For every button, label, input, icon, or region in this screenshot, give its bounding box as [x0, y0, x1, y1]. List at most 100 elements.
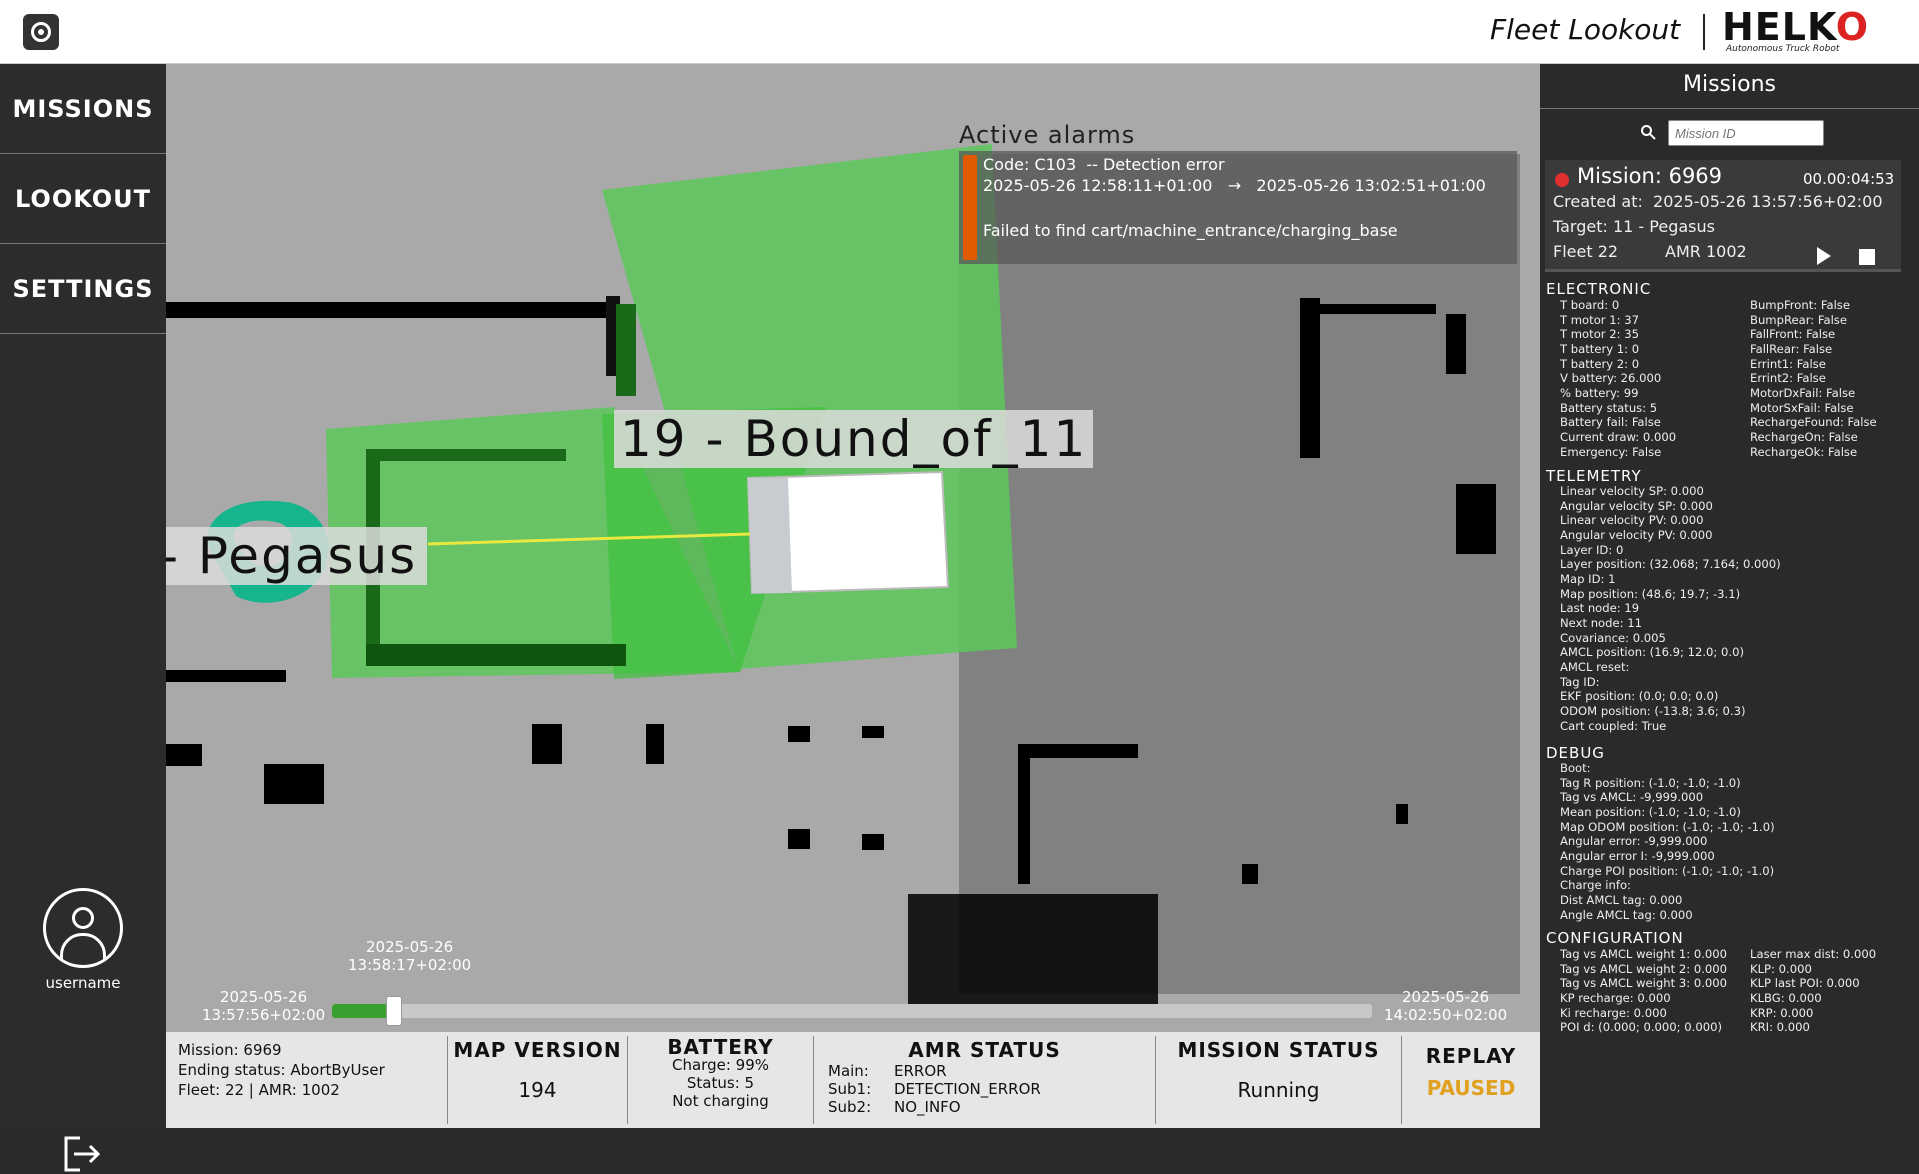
timeline-current-date: 2025-05-26 [365, 938, 454, 956]
status-fleet-amr: Fleet: 22 | AMR: 1002 [178, 1081, 340, 1099]
electronic-item: Emergency: False [1560, 444, 1662, 459]
config-item: KLP last POI: 0.000 [1750, 976, 1860, 991]
replay-timeline[interactable]: 2025-05-26 13:57:56+02:00 2025-05-26 13:… [166, 938, 1540, 1032]
debug-item: Dist AMCL tag: 0.000 [1560, 892, 1683, 907]
status-amr: AMR STATUS Main: ERROR Sub1: DETECTION_ERR… [814, 1036, 1156, 1124]
electronic-item: MotorSxFail: False [1750, 400, 1854, 415]
replay-state[interactable]: PAUSED [1402, 1076, 1540, 1100]
play-icon[interactable] [1817, 247, 1831, 265]
search-icon [1641, 125, 1656, 140]
node-label: 19 - Bound_of_11 [614, 410, 1094, 468]
created-label: Created at: [1553, 192, 1643, 211]
app-logo-icon[interactable] [23, 14, 59, 50]
battery-charging: Not charging [672, 1092, 769, 1110]
debug-list: Boot: Tag R position: (-1.0; -1.0; -1.0) T… [1560, 761, 1775, 922]
nav-settings[interactable]: SETTINGS [0, 244, 166, 334]
panel-divider [1540, 108, 1919, 109]
timeline-handle[interactable] [386, 996, 403, 1026]
brand-subtitle: Autonomous Truck Robot [1726, 44, 1840, 54]
amr-sub2-key: Sub2: [828, 1098, 872, 1116]
debug-item: Map ODOM position: (-1.0; -1.0; -1.0) [1560, 819, 1775, 834]
debug-item: Tag vs AMCL: -9,999.000 [1560, 790, 1704, 805]
telemetry-item: Last node: 19 [1560, 601, 1640, 616]
electronic-item: T board: 0 [1560, 298, 1620, 312]
alarm-start-time: 2025-05-26 12:58:11+01:00 [983, 176, 1213, 195]
telemetry-item: Cart coupled: True [1560, 718, 1667, 733]
logout-icon[interactable] [62, 1134, 102, 1174]
mission-fleet: Fleet 22 [1553, 242, 1619, 261]
debug-item: Boot: [1560, 761, 1591, 775]
telemetry-list: Linear velocity SP: 0.000 Angular velocit… [1560, 484, 1781, 733]
mission-status-value: Running [1237, 1078, 1320, 1102]
electronic-item: Current draw: 0.000 [1560, 429, 1677, 444]
debug-item: Charge POI position: (-1.0; -1.0; -1.0) [1560, 863, 1775, 878]
target-label: - Pegasus [166, 527, 428, 585]
mission-search-input[interactable] [1668, 120, 1824, 146]
stop-icon[interactable] [1859, 249, 1875, 265]
battery-status: Status: 5 [686, 1074, 755, 1092]
telemetry-item: Layer ID: 0 [1560, 542, 1624, 557]
amr-sub1-key: Sub1: [828, 1080, 872, 1098]
active-alarms-title: Active alarms [959, 121, 1136, 149]
map-view[interactable]: Active alarms Code: C103 -- Detection er… [166, 64, 1540, 1032]
electronic-item: T motor 2: 35 [1560, 327, 1639, 342]
map-version-label: MAP VERSION [453, 1038, 622, 1062]
mission-elapsed: 00.00:04:53 [1803, 170, 1895, 188]
telemetry-item: ODOM position: (-13.8; 3.6; 0.3) [1560, 703, 1746, 718]
electronic-left-list: T board: 0T motor 1: 37 T motor 2: 35 T ba… [1560, 298, 1676, 459]
electronic-item: T battery 2: 0 [1560, 356, 1640, 371]
nav-lookout[interactable]: LOOKOUT [0, 154, 166, 244]
debug-item: Tag R position: (-1.0; -1.0; -1.0) [1560, 775, 1741, 790]
mission-card[interactable]: Mission: 6969 00.00:04:53 Created at: 20… [1545, 160, 1901, 272]
telemetry-item: Next node: 11 [1560, 615, 1642, 630]
status-mission-status: MISSION STATUS Running [1156, 1036, 1402, 1124]
telemetry-item: AMCL position: (16.9; 12.0; 0.0) [1560, 645, 1744, 660]
telemetry-item: EKF position: (0.0; 0.0; 0.0) [1560, 689, 1719, 704]
panel-title: Missions [1683, 72, 1776, 97]
mission-target: Target: 11 - Pegasus [1553, 217, 1715, 236]
timeline-start: 2025-05-26 13:57:56+02:00 [202, 988, 325, 1024]
config-item: POI d: (0.000; 0.000; 0.000) [1560, 1020, 1722, 1035]
telemetry-item: Angular velocity SP: 0.000 [1560, 498, 1713, 513]
mission-amr: AMR 1002 [1665, 242, 1747, 261]
alarm-code: C103 [1034, 155, 1077, 174]
section-telemetry: TELEMETRY [1546, 467, 1642, 485]
timeline-start-time: 13:57:56+02:00 [202, 1006, 326, 1024]
alarm-arrow-icon: → [1227, 176, 1242, 195]
debug-item: Angular error: -9,999.000 [1560, 834, 1708, 849]
timeline-start-date: 2025-05-26 [219, 988, 308, 1006]
avatar-icon[interactable] [43, 888, 123, 968]
created-value: 2025-05-26 13:57:56+02:00 [1653, 192, 1883, 211]
timeline-progress [332, 1004, 395, 1018]
nav-missions[interactable]: MISSIONS [0, 64, 166, 154]
telemetry-item: Linear velocity PV: 0.000 [1560, 513, 1704, 528]
map-version-value: 194 [518, 1078, 557, 1102]
mission-status-dot [1555, 173, 1569, 187]
user-profile[interactable]: username [0, 888, 166, 992]
debug-item: Mean position: (-1.0; -1.0; -1.0) [1560, 804, 1741, 819]
config-item: KLBG: 0.000 [1750, 990, 1822, 1005]
sidebar: MISSIONS LOOKOUT SETTINGS username [0, 64, 166, 1172]
electronic-item: V battery: 26.000 [1560, 371, 1662, 386]
section-debug: DEBUG [1546, 744, 1605, 762]
electronic-item: MotorDxFail: False [1750, 385, 1856, 400]
replay-label: REPLAY [1425, 1044, 1517, 1068]
telemetry-item: AMCL reset: [1560, 659, 1630, 674]
electronic-item: Errint1: False [1750, 356, 1826, 371]
status-replay[interactable]: REPLAY PAUSED [1402, 1036, 1540, 1124]
timeline-end-date: 2025-05-26 [1401, 988, 1490, 1006]
electronic-item: T battery 1: 0 [1560, 341, 1640, 356]
alarm-card[interactable]: Code: C103 -- Detection error 2025-05-26… [959, 151, 1517, 264]
alarm-severity-bar [963, 155, 977, 260]
brand-name: HELKO [1722, 5, 1870, 49]
timeline-track[interactable] [332, 996, 1372, 1026]
status-mission-summary: Mission: 6969 Ending status: AbortByUser… [166, 1036, 448, 1124]
telemetry-item: Tag ID: [1560, 674, 1600, 689]
electronic-item: RechargeOk: False [1750, 444, 1858, 459]
config-left-list: Tag vs AMCL weight 1: 0.000 Tag vs AMCL w… [1560, 947, 1727, 1035]
amr-sub2-value: NO_INFO [894, 1098, 961, 1116]
alarm-code-label: Code: [983, 155, 1030, 174]
alarm-message: Failed to find cart/machine_entrance/cha… [983, 221, 1398, 240]
mission-status-label: MISSION STATUS [1177, 1038, 1380, 1062]
timeline-end-time: 14:02:50+02:00 [1384, 1006, 1508, 1024]
